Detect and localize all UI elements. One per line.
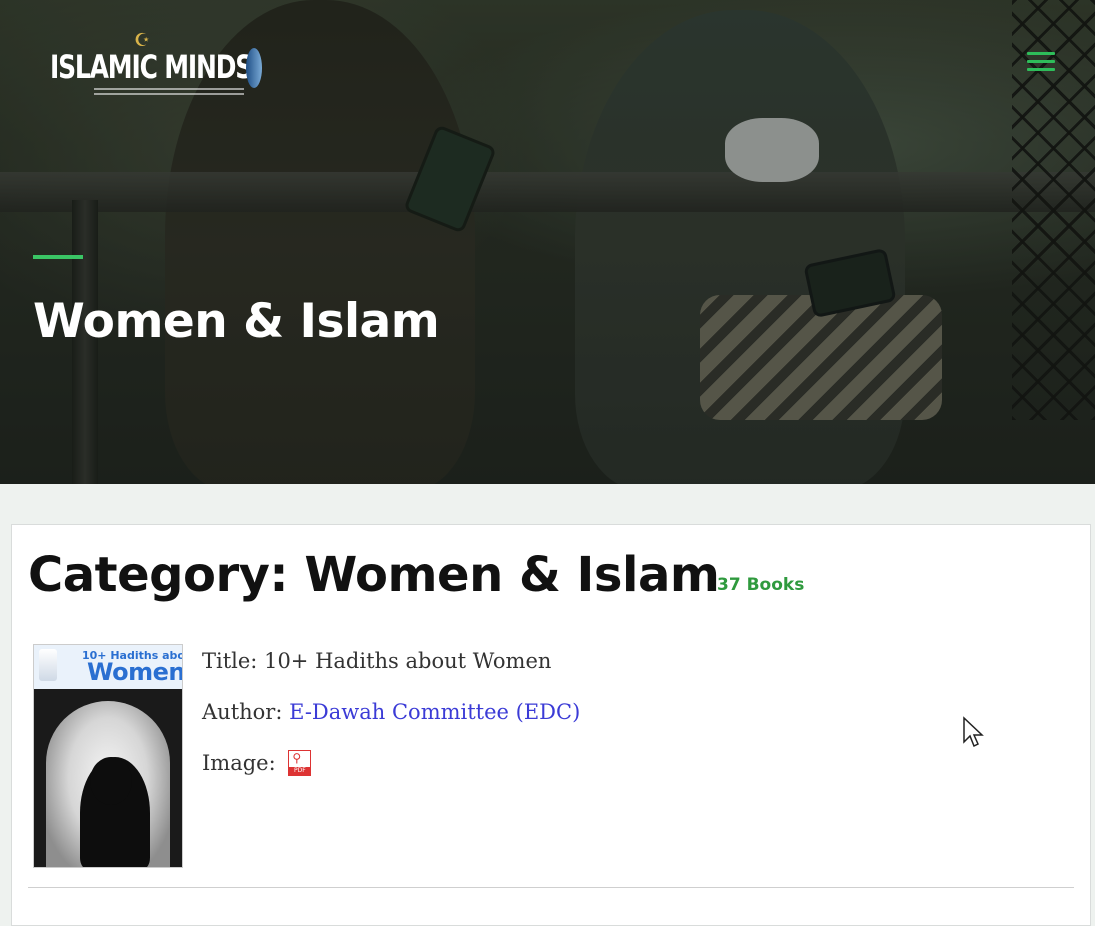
books-count-badge: 37 Books — [717, 575, 805, 595]
book-cover-logo — [39, 649, 57, 681]
logo-text: ISLAMIC MINDS — [50, 48, 253, 86]
book-image-row: Image: ⚲ PDF — [202, 749, 312, 778]
book-image-label: Image: — [202, 751, 276, 775]
book-author-link[interactable]: E-Dawah Committee (EDC) — [289, 700, 580, 724]
book-author-label: Author: — [202, 700, 283, 724]
site-logo[interactable]: ☪ ISLAMIC MINDS — [50, 28, 270, 108]
logo-tagline — [94, 88, 244, 100]
book-cover-silhouette-head — [90, 757, 132, 805]
pdf-download-icon[interactable]: ⚲ PDF — [288, 749, 312, 776]
book-author-row: Author: E-Dawah Committee (EDC) — [202, 700, 580, 724]
title-accent-line — [33, 255, 83, 259]
mouse-cursor-icon — [963, 716, 984, 748]
crescent-star-icon: ☪ — [134, 30, 151, 50]
hero-title: Women & Islam — [33, 294, 440, 349]
category-card: Category: Women & Islam 37 Books 10+ Had… — [11, 524, 1091, 926]
category-heading: Category: Women & Islam — [28, 547, 720, 603]
list-divider — [28, 887, 1074, 888]
book-cover-title: Women — [87, 658, 183, 686]
book-title-row: Title: 10+ Hadiths about Women — [202, 649, 551, 673]
globe-icon — [246, 48, 262, 88]
book-cover-image[interactable]: 10+ Hadiths about Women — [33, 644, 183, 868]
hamburger-menu-icon[interactable] — [1027, 52, 1055, 76]
book-title-label: Title: — [202, 649, 258, 673]
book-title-value: 10+ Hadiths about Women — [264, 649, 552, 673]
hero-banner: ☪ ISLAMIC MINDS Women & Islam — [0, 0, 1095, 484]
